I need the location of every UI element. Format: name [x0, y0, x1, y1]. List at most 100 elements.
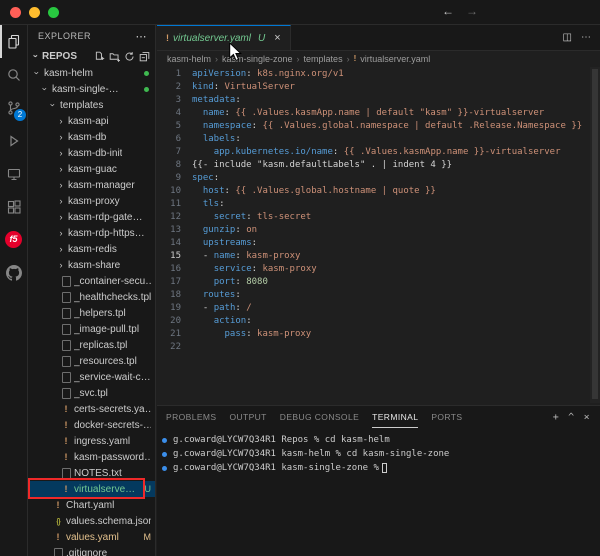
tree-file-ingress-yaml[interactable]: !ingress.yaml	[28, 433, 155, 449]
editor-more-icon[interactable]: ⋯	[581, 32, 591, 43]
code-line-1[interactable]: 1apiVersion: k8s.nginx.org/v1	[157, 68, 600, 81]
extensions-icon[interactable]	[0, 190, 27, 223]
code-line-20[interactable]: 20 action:	[157, 315, 600, 328]
code-line-6[interactable]: 6 labels:	[157, 133, 600, 146]
repos-section-header[interactable]: › REPOS	[28, 47, 155, 65]
zoom-window-button[interactable]	[48, 7, 59, 18]
code-line-19[interactable]: 19 - path: /	[157, 302, 600, 315]
run-debug-icon[interactable]	[0, 124, 27, 157]
panel-tab-ports[interactable]: PORTS	[431, 407, 462, 428]
tree-file-container-secu[interactable]: _container-secu…	[28, 273, 155, 289]
tree-folder-kasm-guac[interactable]: ›kasm-guac	[28, 161, 155, 177]
tree-folder-kasm-rdp-gate[interactable]: ›kasm-rdp-gate…	[28, 209, 155, 225]
tree-file-values-yaml[interactable]: !values.yamlM	[28, 529, 155, 545]
collapse-all-icon[interactable]	[139, 51, 150, 62]
tree-folder-kasm-proxy[interactable]: ›kasm-proxy	[28, 193, 155, 209]
minimize-window-button[interactable]	[29, 7, 40, 18]
tree-folder-kasm-helm[interactable]: ›kasm-helm	[28, 65, 155, 81]
code-line-9[interactable]: 9spec:	[157, 172, 600, 185]
refresh-icon[interactable]	[124, 51, 135, 62]
code-token: {{ .Values.kasmApp.name | default "kasm"…	[230, 108, 544, 118]
tree-folder-kasm-redis[interactable]: ›kasm-redis	[28, 241, 155, 257]
panel-tab-output[interactable]: OUTPUT	[229, 407, 266, 428]
file-icon	[60, 340, 72, 351]
breadcrumb-item-virtualserver-yaml[interactable]: virtualserver.yaml	[360, 54, 430, 64]
code-line-11[interactable]: 11 tls:	[157, 198, 600, 211]
tree-folder-kasm-single[interactable]: ›kasm-single-…	[28, 81, 155, 97]
tree-file-replicas-tpl[interactable]: _replicas.tpl	[28, 337, 155, 353]
panel-maximize-icon[interactable]: ^	[568, 412, 574, 423]
code-line-16[interactable]: 16 service: kasm-proxy	[157, 263, 600, 276]
tree-file-certs-secrets-ya[interactable]: !certs-secrets.ya…	[28, 401, 155, 417]
code-line-8[interactable]: 8{{- include "kasm.defaultLabels" . | in…	[157, 159, 600, 172]
code-line-13[interactable]: 13 gunzip: on	[157, 224, 600, 237]
scrollbar-thumb[interactable]	[592, 69, 598, 399]
tree-file-image-pull-tpl[interactable]: _image-pull.tpl	[28, 321, 155, 337]
tree-folder-kasm-api[interactable]: ›kasm-api	[28, 113, 155, 129]
tree-folder-templates[interactable]: ›templates	[28, 97, 155, 113]
explorer-icon[interactable]	[0, 25, 27, 58]
code-line-22[interactable]: 22	[157, 341, 600, 354]
tree-folder-kasm-share[interactable]: ›kasm-share	[28, 257, 155, 273]
tree-folder-kasm-manager[interactable]: ›kasm-manager	[28, 177, 155, 193]
code-line-18[interactable]: 18 routes:	[157, 289, 600, 302]
panel-tab-terminal[interactable]: TERMINAL	[372, 407, 418, 428]
tree-item-label: kasm-rdp-gate…	[68, 212, 142, 223]
line-number: 9	[157, 172, 181, 185]
tree-file-service-wait-c[interactable]: _service-wait-c…	[28, 369, 155, 385]
tree-folder-kasm-db[interactable]: ›kasm-db	[28, 129, 155, 145]
panel-close-icon[interactable]: ×	[584, 412, 590, 423]
code-token: routes	[203, 290, 236, 300]
tree-file-chart-yaml[interactable]: !Chart.yaml	[28, 497, 155, 513]
tree-file-values-schema-json[interactable]: {}values.schema.json	[28, 513, 155, 529]
panel-tab-debug-console[interactable]: DEBUG CONSOLE	[280, 407, 359, 428]
terminal[interactable]: g.coward@LYCW7Q34R1 Repos % cd kasm-helm…	[157, 428, 600, 475]
explorer-more-icon[interactable]: ⋯	[136, 30, 148, 43]
breadcrumb-item-kasm-helm[interactable]: kasm-helm	[167, 54, 211, 64]
forward-icon[interactable]: →	[466, 4, 478, 18]
tree-file-helpers-tpl[interactable]: _helpers.tpl	[28, 305, 155, 321]
code-token: app.kubernetes.io/name	[214, 147, 333, 157]
code-line-14[interactable]: 14 upstreams:	[157, 237, 600, 250]
new-folder-icon[interactable]	[109, 51, 120, 62]
editor-scrollbar[interactable]	[590, 67, 600, 403]
tree-folder-kasm-db-init[interactable]: ›kasm-db-init	[28, 145, 155, 161]
code-line-21[interactable]: 21 pass: kasm-proxy	[157, 328, 600, 341]
source-control-icon[interactable]: 2	[0, 91, 27, 124]
split-editor-icon[interactable]: ◫	[563, 32, 572, 43]
close-tab-icon[interactable]: ×	[274, 32, 280, 44]
tree-file-svc-tpl[interactable]: _svc.tpl	[28, 385, 155, 401]
tree-folder-kasm-rdp-https[interactable]: ›kasm-rdp-https…	[28, 225, 155, 241]
code-line-5[interactable]: 5 namespace: {{ .Values.global.namespace…	[157, 120, 600, 133]
tree-file-kasm-password[interactable]: !kasm-password…	[28, 449, 155, 465]
search-icon[interactable]	[0, 58, 27, 91]
code-line-17[interactable]: 17 port: 8080	[157, 276, 600, 289]
new-terminal-icon[interactable]: +	[553, 412, 559, 423]
line-number: 5	[157, 120, 181, 133]
close-window-button[interactable]	[10, 7, 21, 18]
breadcrumb-item-kasm-single-zone[interactable]: kasm-single-zone	[222, 54, 293, 64]
tree-item-label: kasm-guac	[68, 164, 117, 175]
code-line-12[interactable]: 12 secret: tls-secret	[157, 211, 600, 224]
tree-file-gitignore[interactable]: .gitignore	[28, 545, 155, 556]
code-line-15[interactable]: 15 - name: kasm-proxy	[157, 250, 600, 263]
f5-extension-icon[interactable]: f5	[0, 223, 27, 256]
tab-virtualserver-yaml[interactable]: ! virtualserver.yaml U ×	[157, 25, 291, 50]
tree-file-notes-txt[interactable]: NOTES.txt	[28, 465, 155, 481]
code-line-3[interactable]: 3metadata:	[157, 94, 600, 107]
tree-file-healthchecks-tpl[interactable]: _healthchecks.tpl	[28, 289, 155, 305]
new-file-icon[interactable]	[94, 51, 105, 62]
panel-tab-problems[interactable]: PROBLEMS	[166, 407, 216, 428]
back-icon[interactable]: ←	[442, 4, 454, 18]
code-line-10[interactable]: 10 host: {{ .Values.global.hostname | qu…	[157, 185, 600, 198]
code-line-2[interactable]: 2kind: VirtualServer	[157, 81, 600, 94]
breadcrumb-item-templates[interactable]: templates	[304, 54, 343, 64]
code-line-4[interactable]: 4 name: {{ .Values.kasmApp.name | defaul…	[157, 107, 600, 120]
code-editor[interactable]: 1apiVersion: k8s.nginx.org/v12kind: Virt…	[157, 66, 600, 354]
github-icon[interactable]	[0, 256, 27, 289]
code-line-7[interactable]: 7 app.kubernetes.io/name: {{ .Values.kas…	[157, 146, 600, 159]
tree-file-resources-tpl[interactable]: _resources.tpl	[28, 353, 155, 369]
tree-file-virtualserve[interactable]: !virtualserve…U	[28, 481, 155, 497]
tree-file-docker-secrets[interactable]: !docker-secrets-…	[28, 417, 155, 433]
remote-explorer-icon[interactable]	[0, 157, 27, 190]
